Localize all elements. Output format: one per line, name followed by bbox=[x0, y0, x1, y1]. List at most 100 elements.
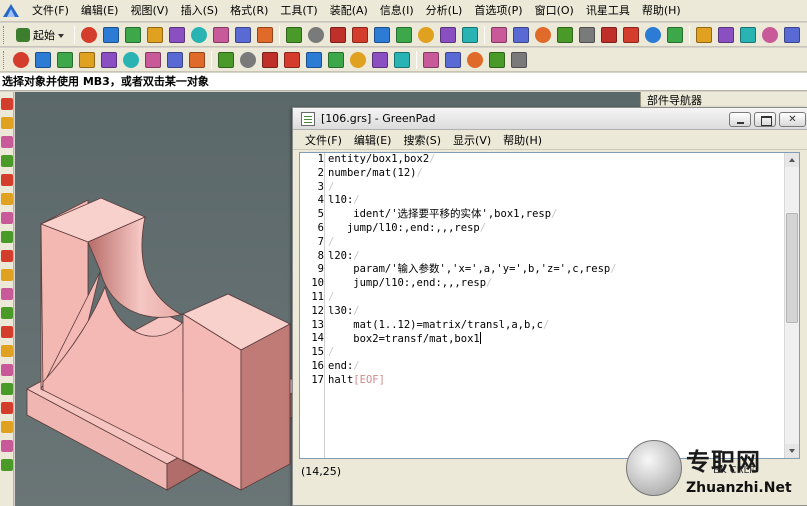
pan-icon[interactable] bbox=[145, 51, 161, 68]
split-icon[interactable] bbox=[645, 26, 661, 43]
toolbar-grip[interactable] bbox=[3, 25, 7, 44]
cut-icon[interactable] bbox=[147, 26, 163, 43]
help-icon[interactable] bbox=[1, 440, 13, 452]
greenpad-menu-item[interactable]: 显示(V) bbox=[447, 132, 497, 148]
slot-icon[interactable] bbox=[440, 26, 456, 43]
point-icon[interactable] bbox=[167, 51, 183, 68]
shell-icon[interactable] bbox=[535, 26, 551, 43]
analysis-icon[interactable] bbox=[511, 51, 527, 68]
greenpad-menu-item[interactable]: 编辑(E) bbox=[348, 132, 398, 148]
app-menu-item[interactable]: 编辑(E) bbox=[75, 1, 125, 21]
fit-icon[interactable] bbox=[79, 51, 95, 68]
emboss-icon[interactable] bbox=[784, 26, 800, 43]
greenpad-titlebar[interactable]: [106.grs] - GreenPad bbox=[293, 108, 807, 130]
app-menu-item[interactable]: 插入(S) bbox=[175, 1, 225, 21]
pocket-icon[interactable] bbox=[396, 26, 412, 43]
draft-icon[interactable] bbox=[557, 26, 573, 43]
app-menu-item[interactable]: 首选项(P) bbox=[468, 1, 528, 21]
curve-icon[interactable] bbox=[1, 345, 13, 357]
cube-icon[interactable] bbox=[235, 26, 251, 43]
hole-icon[interactable] bbox=[352, 26, 368, 43]
rotate-icon[interactable] bbox=[123, 51, 139, 68]
app-menu-item[interactable]: 讯星工具 bbox=[580, 1, 636, 21]
scroll-thumb[interactable] bbox=[786, 213, 798, 323]
scale-icon[interactable] bbox=[740, 26, 756, 43]
materials-icon[interactable] bbox=[1, 250, 13, 262]
sweep-icon[interactable] bbox=[330, 26, 346, 43]
maximize-button[interactable] bbox=[754, 112, 776, 127]
shaded-icon[interactable] bbox=[57, 51, 73, 68]
greenpad-menu-item[interactable]: 搜索(S) bbox=[397, 132, 447, 148]
wrap-icon[interactable] bbox=[762, 26, 778, 43]
reuse-icon[interactable] bbox=[1, 269, 13, 281]
groove-icon[interactable] bbox=[462, 26, 478, 43]
app-menu-item[interactable]: 装配(A) bbox=[324, 1, 374, 21]
greenpad-menu-item[interactable]: 文件(F) bbox=[299, 132, 348, 148]
zoom-icon[interactable] bbox=[101, 51, 117, 68]
open-folder-icon[interactable] bbox=[103, 26, 119, 43]
app-menu-item[interactable]: 视图(V) bbox=[124, 1, 174, 21]
trim-icon[interactable] bbox=[623, 26, 639, 43]
process-icon[interactable] bbox=[1, 212, 13, 224]
edge-blend-icon[interactable] bbox=[491, 26, 507, 43]
datum-axis-icon[interactable] bbox=[306, 51, 322, 68]
feature-icon[interactable] bbox=[1, 288, 13, 300]
toolbar-grip[interactable] bbox=[3, 50, 7, 69]
circle-icon[interactable] bbox=[240, 51, 256, 68]
settings-icon[interactable] bbox=[1, 459, 13, 471]
line-icon[interactable] bbox=[189, 51, 205, 68]
extrude-icon[interactable] bbox=[308, 26, 324, 43]
assembly-icon[interactable] bbox=[394, 51, 410, 68]
measure-icon[interactable] bbox=[350, 51, 366, 68]
part-navigator-icon[interactable] bbox=[1, 117, 13, 129]
boss-icon[interactable] bbox=[374, 26, 390, 43]
component-icon[interactable] bbox=[423, 51, 439, 68]
constraint-icon[interactable] bbox=[445, 51, 461, 68]
surface-icon[interactable] bbox=[1, 326, 13, 338]
thicken-icon[interactable] bbox=[718, 26, 734, 43]
info-icon[interactable] bbox=[489, 51, 505, 68]
exploded-view-icon[interactable] bbox=[467, 51, 483, 68]
app-menu-item[interactable]: 格式(R) bbox=[224, 1, 274, 21]
web-icon[interactable] bbox=[1, 193, 13, 205]
sketch-icon[interactable] bbox=[1, 364, 13, 376]
undo-icon[interactable] bbox=[169, 26, 185, 43]
chamfer-icon[interactable] bbox=[513, 26, 529, 43]
print-icon[interactable] bbox=[191, 26, 207, 43]
history-icon[interactable] bbox=[1, 136, 13, 148]
offset-icon[interactable] bbox=[696, 26, 712, 43]
system-icon[interactable] bbox=[1, 231, 13, 243]
block-icon[interactable] bbox=[257, 26, 273, 43]
minimize-button[interactable] bbox=[729, 112, 751, 127]
arc-icon[interactable] bbox=[218, 51, 234, 68]
roles-icon[interactable] bbox=[1, 155, 13, 167]
mirror-icon[interactable] bbox=[579, 26, 595, 43]
app-menu-item[interactable]: 信息(I) bbox=[374, 1, 420, 21]
sew-icon[interactable] bbox=[667, 26, 683, 43]
mesh-icon[interactable] bbox=[1, 402, 13, 414]
app-menu-item[interactable]: 帮助(H) bbox=[636, 1, 687, 21]
spline-icon[interactable] bbox=[262, 51, 278, 68]
csys-icon[interactable] bbox=[328, 51, 344, 68]
manufacturing-icon[interactable] bbox=[1, 421, 13, 433]
app-menu-item[interactable]: 文件(F) bbox=[26, 1, 75, 21]
vertical-scrollbar[interactable] bbox=[784, 153, 799, 458]
close-button[interactable] bbox=[779, 112, 806, 127]
greenpad-menu-item[interactable]: 帮助(H) bbox=[497, 132, 548, 148]
app-menu-item[interactable]: 窗口(O) bbox=[529, 1, 580, 21]
code-editor[interactable]: 1 entity/box1,box2/2 number/mat(12)/3/4 l10… bbox=[299, 152, 800, 459]
app-menu-item[interactable]: 工具(T) bbox=[274, 1, 323, 21]
solid-icon[interactable] bbox=[1, 307, 13, 319]
app-menu-item[interactable]: 分析(L) bbox=[420, 1, 469, 21]
pad-icon[interactable] bbox=[418, 26, 434, 43]
sphere-icon[interactable] bbox=[213, 26, 229, 43]
new-file-icon[interactable] bbox=[81, 26, 97, 43]
assembly-navigator-icon[interactable] bbox=[1, 98, 13, 110]
datum-plane-icon[interactable] bbox=[284, 51, 300, 68]
wireframe-icon[interactable] bbox=[35, 51, 51, 68]
start-button[interactable]: 起始 bbox=[12, 25, 71, 45]
layer-icon[interactable] bbox=[13, 51, 29, 68]
drafting-icon[interactable] bbox=[1, 383, 13, 395]
palette-icon[interactable] bbox=[1, 174, 13, 186]
pattern-icon[interactable] bbox=[601, 26, 617, 43]
